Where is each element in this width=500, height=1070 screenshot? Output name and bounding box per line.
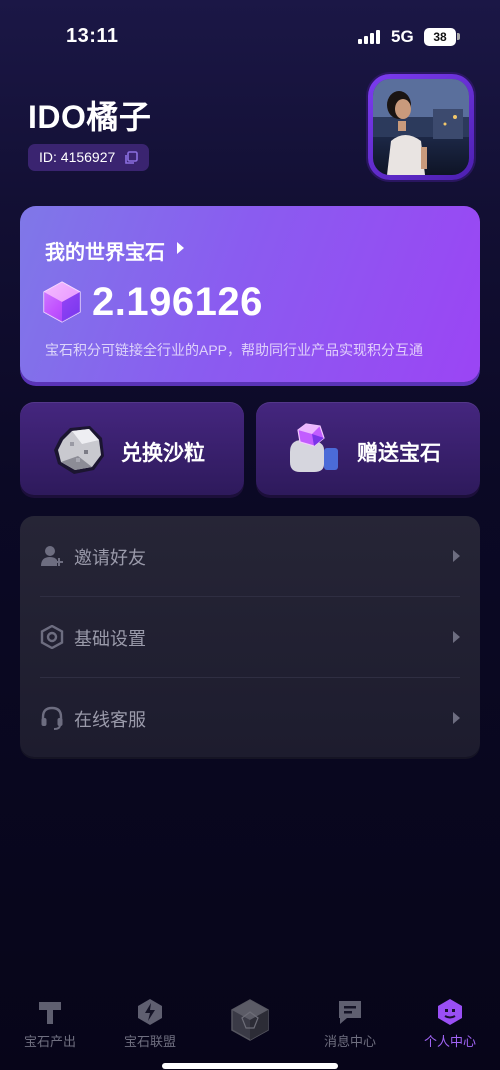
battery-tip [457,33,460,40]
tab-label: 宝石联盟 [123,1034,176,1049]
gem-balance-value: 2.196126 [92,280,263,324]
message-icon [339,1001,361,1024]
settings-hex-icon [40,625,64,649]
menu-label-support: 在线客服 [74,710,146,730]
tab-label: 宝石产出 [23,1034,76,1049]
gem-center-icon [231,999,269,1041]
chevron-right-icon [453,712,460,724]
exchange-sand-button[interactable]: 兑换沙粒 [20,402,244,495]
headset-icon [41,706,63,730]
tab-messages[interactable]: 消息中心 [300,990,400,1060]
profile-icon [438,999,462,1025]
signal-icon [358,30,382,44]
tab-profile[interactable]: 个人中心 [400,990,500,1060]
gem-card-title: 我的世界宝石 [45,242,165,264]
user-id-text: ID: 4156927 [39,149,116,165]
tab-label: 个人中心 [423,1034,476,1049]
sand-rock-icon [54,426,104,474]
chevron-right-icon [453,550,460,562]
copy-icon[interactable] [124,151,139,165]
menu-item-basic-settings[interactable]: 基础设置 [20,597,480,678]
chevron-right-icon [177,242,184,254]
settings-menu: 邀请好友 基础设置 在线客服 [20,516,480,757]
menu-label-invite: 邀请好友 [74,548,146,568]
gem-balance-card[interactable]: 我的世界宝石 2.196126 宝石积分可链接全行业的APP，帮助同行业产品实现… [20,206,480,382]
gem-card-description: 宝石积分可链接全行业的APP，帮助同行业产品实现积分互通 [45,342,424,358]
tab-label: 消息中心 [323,1034,376,1049]
battery-icon: 38 [424,28,456,46]
gift-gem-button[interactable]: 赠送宝石 [256,402,480,495]
avatar-photo [373,79,469,175]
user-id-chip[interactable]: ID: 4156927 [28,144,150,171]
chevron-right-icon [453,631,460,643]
home-indicator [162,1063,338,1069]
tab-gem-alliance[interactable]: 宝石联盟 [100,990,200,1060]
menu-label-settings: 基础设置 [74,629,146,649]
hammer-icon [39,1002,61,1024]
gift-gem-hand-icon [290,423,338,472]
menu-item-online-support[interactable]: 在线客服 [20,678,480,759]
status-time: 13:11 [66,25,119,47]
gift-gem-label: 赠送宝石 [357,442,441,465]
lightning-shield-icon [138,999,162,1025]
add-user-icon [41,546,63,566]
status-bar: 13:11 5G 38 [0,0,500,70]
avatar[interactable] [368,74,474,180]
gem-icon [43,281,81,323]
tab-gem-production[interactable]: 宝石产出 [0,990,100,1060]
username: IDO橘子 [28,99,152,135]
tab-gem-center[interactable] [200,990,300,1060]
bottom-tab-bar: 宝石产出 宝石联盟 消息中心 个人中心 [0,990,500,1070]
network-type: 5G [391,27,414,46]
exchange-sand-label: 兑换沙粒 [121,442,205,465]
menu-item-invite-friends[interactable]: 邀请好友 [20,516,480,597]
